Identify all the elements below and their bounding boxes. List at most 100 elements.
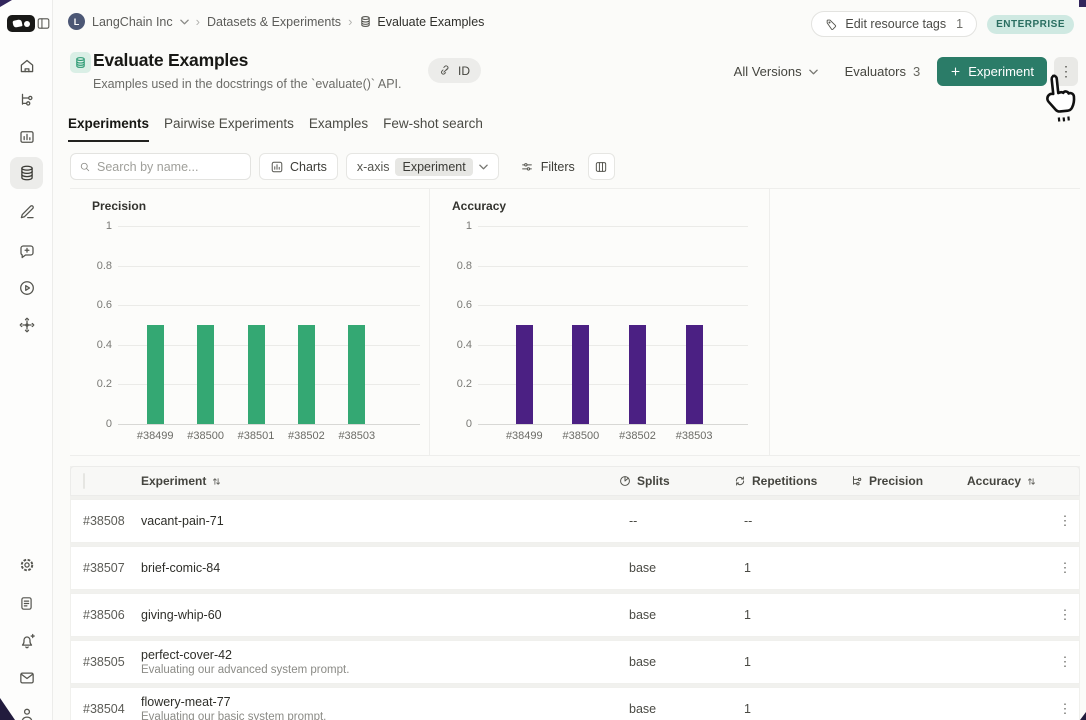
tab-few-shot-search[interactable]: Few-shot search	[383, 116, 483, 142]
person-icon	[18, 706, 36, 720]
y-tick-label: 1	[432, 220, 472, 232]
tag-icon	[825, 18, 838, 31]
y-tick-label: 0.6	[72, 299, 112, 311]
sidebar-item-mail[interactable]	[10, 662, 43, 694]
edit-resource-tags-button[interactable]: Edit resource tags 1	[811, 11, 977, 37]
splits-value: --	[618, 514, 733, 528]
breadcrumb-org[interactable]: LangChain Inc	[92, 15, 173, 29]
row-menu-button[interactable]: ⋮	[1051, 607, 1079, 623]
bar-38501[interactable]	[248, 325, 265, 424]
col-repetitions[interactable]: Repetitions	[733, 474, 850, 488]
bar-38503[interactable]	[686, 325, 703, 424]
xaxis-selector[interactable]: x-axis Experiment	[346, 153, 499, 180]
col-accuracy[interactable]: Accuracy	[967, 474, 1051, 488]
chart-icon	[270, 160, 284, 174]
experiment-name[interactable]: giving-whip-60	[141, 608, 618, 622]
tab-examples[interactable]: Examples	[309, 116, 368, 142]
sidebar-item-prompts[interactable]	[10, 236, 43, 268]
columns-button[interactable]	[588, 153, 615, 180]
search-input[interactable]	[97, 160, 237, 174]
tab-experiments[interactable]: Experiments	[68, 116, 149, 142]
breadcrumb-datasets[interactable]: Datasets & Experiments	[207, 15, 341, 29]
table-row-38507[interactable]: #38507brief-comic-84base1⋮	[70, 546, 1080, 590]
experiment-id: #38505	[83, 655, 141, 669]
experiment-name[interactable]: flowery-meat-77	[141, 695, 618, 709]
charts-button[interactable]: Charts	[259, 153, 338, 180]
chart-title: Precision	[92, 199, 146, 213]
experiment-id: #38504	[83, 702, 141, 716]
row-menu-button[interactable]: ⋮	[1051, 654, 1079, 670]
experiment-name[interactable]: perfect-cover-42	[141, 648, 618, 662]
filters-button[interactable]: Filters	[520, 160, 575, 174]
breadcrumb-separator: ›	[348, 15, 352, 28]
tab-pairwise-experiments[interactable]: Pairwise Experiments	[164, 116, 294, 142]
mail-icon	[18, 669, 36, 687]
x-tick-label: #38502	[607, 430, 669, 442]
gridline	[118, 266, 420, 267]
gridline	[118, 424, 420, 425]
chart-panel-precision: Precision 00.20.40.60.81 #38499#38500#38…	[70, 189, 430, 455]
x-tick-label: #38503	[663, 430, 725, 442]
repetitions-value: --	[733, 514, 850, 528]
sidebar-item-settings[interactable]	[10, 549, 43, 581]
bar-38499[interactable]	[516, 325, 533, 424]
sidebar-item-tracing[interactable]	[10, 84, 43, 116]
chart-plot[interactable]: #38499#38500#38501#38502#38503	[118, 226, 420, 424]
all-versions-button[interactable]: All Versions	[724, 58, 828, 86]
evaluators-button[interactable]: Evaluators 3	[835, 58, 931, 86]
col-precision[interactable]: Precision	[850, 474, 967, 488]
move-arrows-icon	[18, 316, 36, 334]
experiments-toolbar: Charts x-axis Experiment Filters	[70, 153, 615, 180]
sidebar-item-deployments[interactable]	[10, 309, 43, 341]
y-tick-label: 1	[72, 220, 112, 232]
sidebar-item-datasets[interactable]	[10, 157, 43, 189]
search-box[interactable]	[70, 153, 251, 180]
sidebar-item-profile[interactable]	[10, 699, 43, 720]
sort-icon	[211, 476, 222, 487]
bar-38500[interactable]	[197, 325, 214, 424]
bar-38499[interactable]	[147, 325, 164, 424]
y-tick-label: 0.4	[72, 339, 112, 351]
table-row-38504[interactable]: #38504flowery-meat-77 Evaluating our basi…	[70, 687, 1080, 720]
col-splits[interactable]: Splits	[618, 474, 733, 488]
app: L LangChain Inc › Datasets & Experiments…	[0, 0, 1086, 720]
experiment-name[interactable]: brief-comic-84	[141, 561, 618, 575]
bar-38503[interactable]	[348, 325, 365, 424]
table-row-38506[interactable]: #38506giving-whip-60base1⋮	[70, 593, 1080, 637]
sidebar-item-annotation[interactable]	[10, 196, 43, 228]
sort-icon	[1026, 476, 1037, 487]
langsmith-logo[interactable]	[7, 15, 35, 32]
sidebar-item-home[interactable]	[10, 50, 43, 82]
sidebar-item-notifications[interactable]	[10, 625, 43, 657]
org-avatar[interactable]: L	[68, 13, 85, 30]
table-row-38505[interactable]: #38505perfect-cover-42Evaluating our adv…	[70, 640, 1080, 684]
experiment-name-cell: flowery-meat-77 Evaluating our basic syst…	[141, 695, 618, 720]
chart-plot[interactable]: #38499#38500#38502#38503	[478, 226, 748, 424]
sidebar-item-monitoring[interactable]	[10, 121, 43, 153]
bar-38500[interactable]	[572, 325, 589, 424]
table-row-38508[interactable]: #38508vacant-pain-71----⋮	[70, 499, 1080, 543]
chart-panel-accuracy: Accuracy 00.20.40.60.81 #38499#38500#385…	[430, 189, 770, 455]
new-experiment-button[interactable]: Experiment	[937, 57, 1047, 86]
col-experiment[interactable]: Experiment	[141, 474, 618, 488]
row-menu-button[interactable]: ⋮	[1051, 560, 1079, 576]
experiment-description: Evaluating our basic system prompt.	[141, 711, 618, 720]
copy-id-button[interactable]: ID	[428, 58, 481, 83]
experiment-name[interactable]: vacant-pain-71	[141, 514, 618, 528]
sidebar-item-playground[interactable]	[10, 272, 43, 304]
select-all-checkbox[interactable]	[83, 473, 85, 489]
pencil-icon	[18, 203, 36, 221]
search-icon	[79, 161, 91, 173]
sidebar-item-docs[interactable]	[10, 587, 43, 619]
edit-tags-count: 1	[956, 17, 963, 31]
bar-38502[interactable]	[298, 325, 315, 424]
breadcrumb-current[interactable]: Evaluate Examples	[359, 15, 484, 29]
bar-38502[interactable]	[629, 325, 646, 424]
play-circle-icon	[18, 279, 36, 297]
sidebar	[0, 0, 53, 720]
row-menu-button[interactable]: ⋮	[1051, 701, 1079, 717]
repetitions-value: 1	[733, 608, 850, 622]
sidebar-collapse-icon[interactable]	[36, 16, 51, 31]
row-menu-button[interactable]: ⋮	[1051, 513, 1079, 529]
repetitions-value: 1	[733, 702, 850, 716]
